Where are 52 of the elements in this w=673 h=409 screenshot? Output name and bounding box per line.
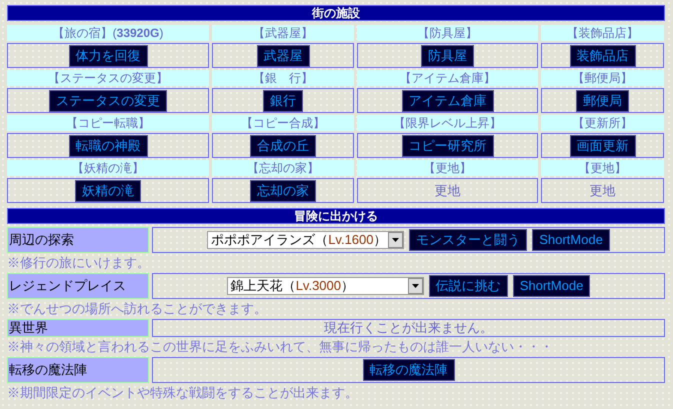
action-button[interactable]: 転職の神殿 <box>68 134 148 156</box>
action-button[interactable]: ステータスの変更 <box>49 90 167 112</box>
action-button[interactable]: アイテム倉庫 <box>402 90 494 112</box>
action-button[interactable]: ShortMode <box>532 229 610 251</box>
selected-area: ポポポアイランズ（Lv.1600） <box>211 230 386 250</box>
action-button[interactable]: 合成の丘 <box>250 134 316 156</box>
facility-label: 【アイテム倉庫】 <box>357 70 538 86</box>
action-button[interactable]: 装飾品店 <box>570 44 636 66</box>
facility-label: 【ステータスの変更】 <box>7 70 209 86</box>
facility-label: 【妖精の滝】 <box>7 160 209 176</box>
action-button[interactable]: ShortMode <box>512 275 590 297</box>
facility-label: 【更地】 <box>357 160 538 176</box>
area-select[interactable]: ポポポアイランズ（Lv.1600） <box>207 231 404 249</box>
action-button[interactable]: 伝説に挑む <box>428 275 508 297</box>
row-note: ※神々の領域と言われるこの世界に足をふみいれて、無事に帰ったものは誰一人いない・・・ <box>7 338 553 356</box>
row-note: ※でんせつの場所へ訪れることができます。 <box>7 300 267 318</box>
facility-text: 更地 <box>590 182 616 200</box>
facility-label: 【旅の宿】(33920G) <box>7 25 209 41</box>
section-header: 冒険に出かける <box>7 208 665 224</box>
row-label: 転移の魔法陣 <box>7 357 149 383</box>
action-button[interactable]: 画面更新 <box>570 134 636 156</box>
facility-label: 【防具屋】 <box>357 25 538 41</box>
facility-text: 更地 <box>434 182 460 200</box>
action-button[interactable]: 妖精の滝 <box>75 180 141 202</box>
action-button[interactable]: 武器屋 <box>256 44 310 66</box>
action-button[interactable]: 体力を回復 <box>68 44 148 66</box>
row-label: レジェンドプレイス <box>7 273 149 299</box>
facility-label: 【更新所】 <box>541 115 664 131</box>
action-button[interactable]: 郵便局 <box>576 90 629 112</box>
facility-label: 【装飾品店】 <box>541 25 664 41</box>
action-button[interactable]: コピー研究所 <box>402 134 494 156</box>
action-button[interactable]: 銀行 <box>263 90 303 112</box>
row-note: ※修行の旅にいけます。 <box>7 254 150 272</box>
facility-label: 【武器屋】 <box>212 25 354 41</box>
section-header: 街の施設 <box>7 5 665 21</box>
facility-label: 【限界レベル上昇】 <box>357 115 538 131</box>
area-select[interactable]: 錦上天花（Lv.3000） <box>226 277 424 295</box>
facility-label: 【コピー合成】 <box>212 115 354 131</box>
row-label: 異世界 <box>7 319 149 337</box>
action-button[interactable]: 忘却の家 <box>250 180 316 202</box>
row-note: ※期間限定のイベントや特殊な戦闘をすることが出来ます。 <box>7 384 358 402</box>
row-label: 周辺の探索 <box>7 227 149 253</box>
facility-label: 【コピー転職】 <box>7 115 209 131</box>
selected-area: 錦上天花（Lv.3000） <box>230 276 354 296</box>
facility-label: 【忘却の家】 <box>212 160 354 176</box>
action-button[interactable]: 転移の魔法陣 <box>362 359 454 381</box>
facility-label: 【郵便局】 <box>541 70 664 86</box>
facility-label: 【銀 行】 <box>212 70 354 86</box>
facility-label: 【更地】 <box>541 160 664 176</box>
action-button[interactable]: 防具屋 <box>421 44 474 66</box>
action-button[interactable]: モンスターと闘う <box>409 229 528 251</box>
status-message: 現在行くことが出来ません。 <box>324 319 493 338</box>
